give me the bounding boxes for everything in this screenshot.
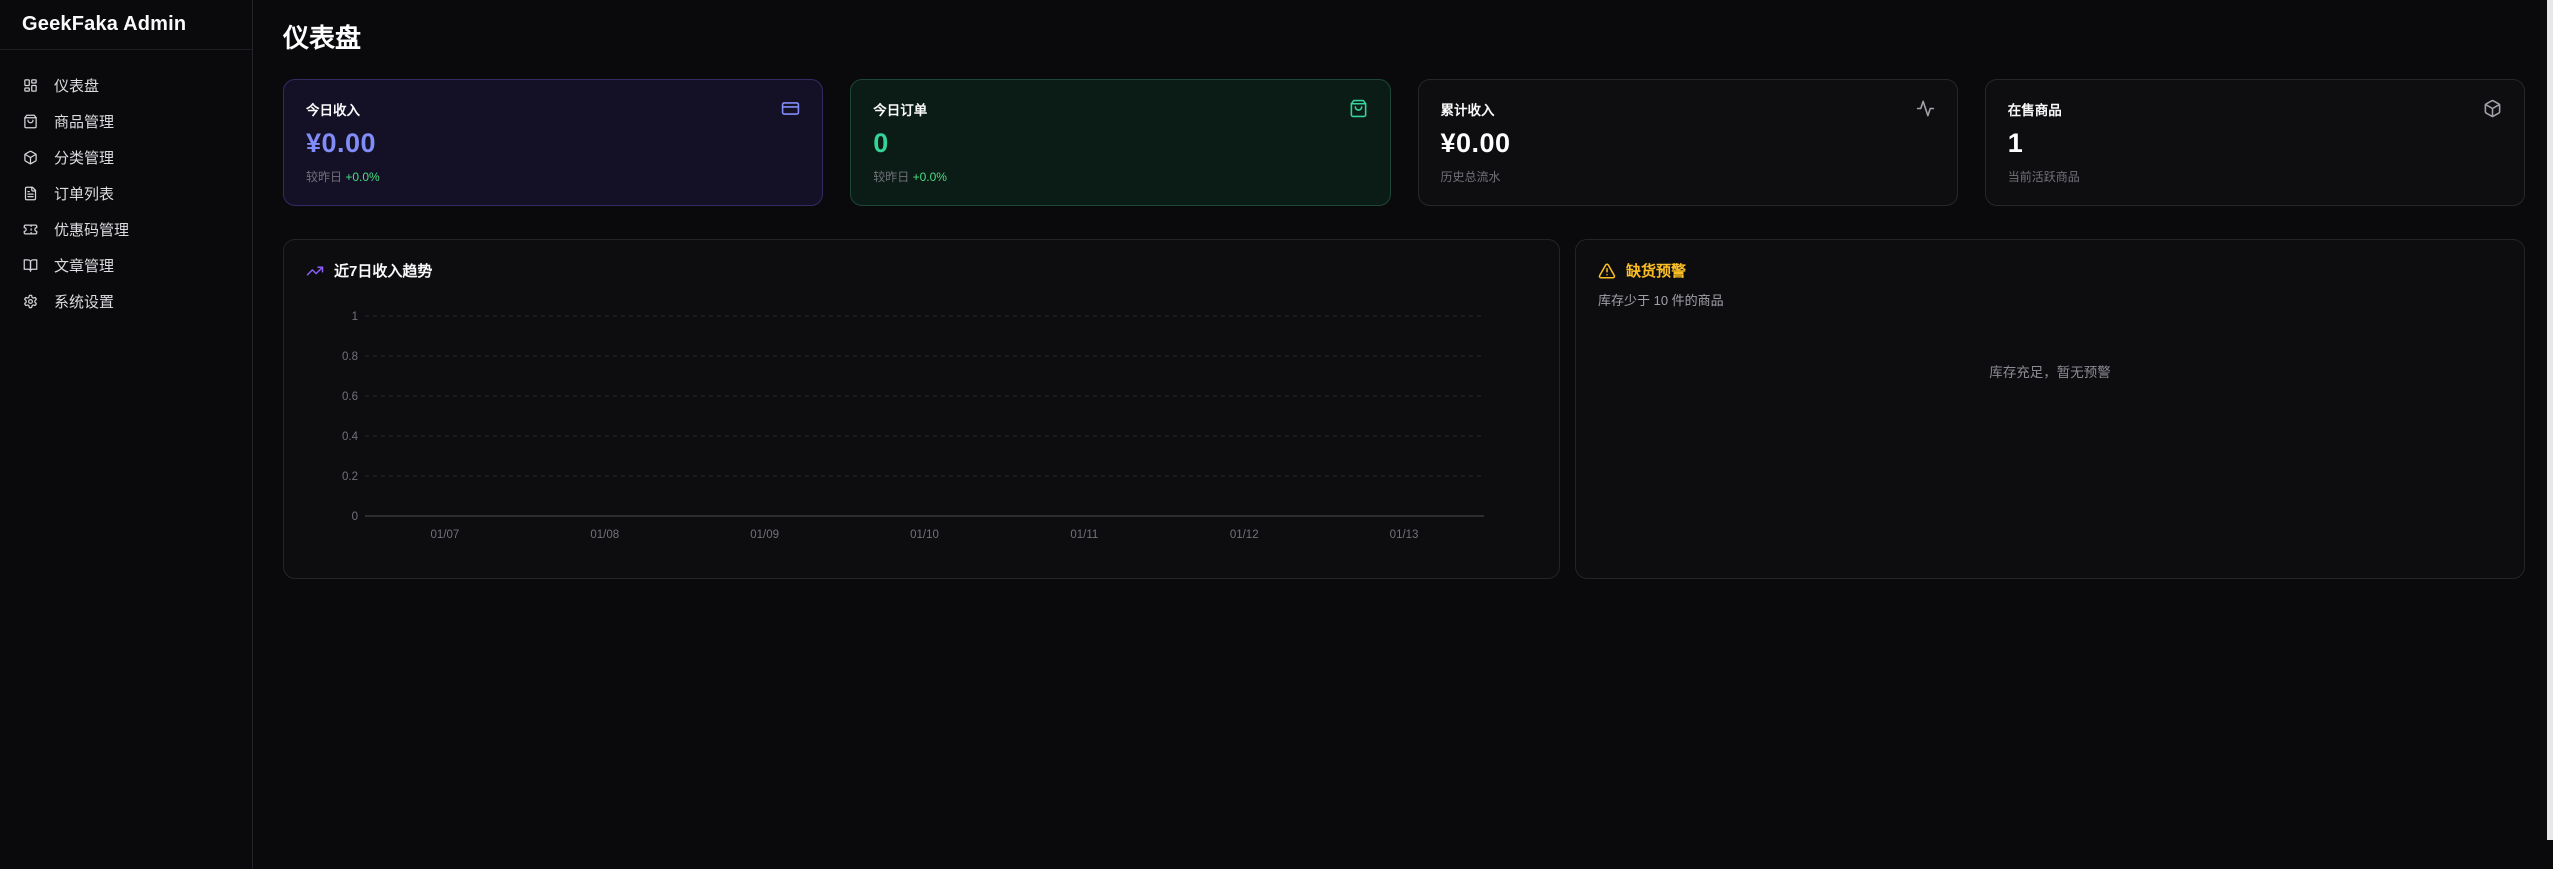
ticket-icon (23, 222, 38, 237)
panels-row: 近7日收入趋势 0 0.2 0.4 0.6 0.8 1 01/07 01/08 01/09 01/… (283, 239, 2525, 579)
revenue-trend-chart: 0 0.2 0.4 0.6 0.8 1 01/07 01/08 01/09 01/10 01/11 0… (306, 293, 1539, 551)
layout-dashboard-icon (23, 78, 38, 93)
stat-subtext: 当前活跃商品 (2008, 168, 2502, 185)
sidebar-item-label: 分类管理 (54, 147, 114, 168)
scrollbar-thumb[interactable] (2547, 0, 2553, 840)
stat-subtext: 较昨日 +0.0% (306, 168, 800, 185)
sidebar-item-dashboard[interactable]: 仪表盘 (12, 67, 240, 103)
sidebar-item-label: 商品管理 (54, 111, 114, 132)
sidebar-item-articles[interactable]: 文章管理 (12, 247, 240, 283)
svg-text:01/11: 01/11 (1070, 529, 1098, 541)
stat-label: 在售商品 (2008, 99, 2062, 119)
package-icon (2483, 99, 2502, 118)
trending-up-icon (306, 262, 324, 280)
stat-value: ¥0.00 (306, 128, 800, 159)
panel-title: 近7日收入趋势 (334, 260, 432, 281)
svg-text:0.8: 0.8 (342, 351, 358, 363)
svg-text:01/10: 01/10 (910, 529, 939, 541)
stat-value: ¥0.00 (1441, 128, 1935, 159)
svg-text:01/13: 01/13 (1390, 529, 1419, 541)
svg-text:1: 1 (352, 311, 358, 323)
stat-card-today-revenue: 今日收入 ¥0.00 较昨日 +0.0% (283, 79, 823, 206)
stat-label: 累计收入 (1441, 99, 1495, 119)
book-open-icon (23, 258, 38, 273)
warning-subtitle: 库存少于 10 件的商品 (1598, 290, 2502, 309)
page-title: 仪表盘 (283, 18, 2525, 55)
svg-text:01/09: 01/09 (750, 529, 779, 541)
shopping-bag-icon (1349, 99, 1368, 118)
sidebar-item-orders[interactable]: 订单列表 (12, 175, 240, 211)
stat-sub-prefix: 较昨日 (873, 170, 909, 184)
shopping-bag-icon (23, 114, 38, 129)
stat-value: 0 (873, 128, 1367, 159)
sidebar-item-label: 文章管理 (54, 255, 114, 276)
file-text-icon (23, 186, 38, 201)
svg-text:0: 0 (352, 511, 358, 523)
stat-label: 今日收入 (306, 99, 360, 119)
revenue-trend-panel: 近7日收入趋势 0 0.2 0.4 0.6 0.8 1 01/07 01/08 01/09 01/… (283, 239, 1560, 579)
svg-text:01/12: 01/12 (1230, 529, 1259, 541)
svg-text:0.4: 0.4 (342, 431, 359, 443)
main-content: 仪表盘 今日收入 ¥0.00 较昨日 +0.0% 今日订单 0 (254, 0, 2553, 579)
svg-text:01/07: 01/07 (431, 529, 460, 541)
stat-card-active-products: 在售商品 1 当前活跃商品 (1985, 79, 2525, 206)
package-icon (23, 150, 38, 165)
svg-text:01/08: 01/08 (590, 529, 619, 541)
app-title: GeekFaka Admin (0, 0, 252, 50)
sidebar-item-categories[interactable]: 分类管理 (12, 139, 240, 175)
sidebar-item-label: 订单列表 (54, 183, 114, 204)
sidebar-item-label: 优惠码管理 (54, 219, 129, 240)
stat-card-total-revenue: 累计收入 ¥0.00 历史总流水 (1418, 79, 1958, 206)
sidebar-nav: 仪表盘 商品管理 分类管理 订单列表 优惠码管理 (0, 50, 252, 336)
stat-sub-delta: +0.0% (345, 170, 379, 184)
stat-subtext: 较昨日 +0.0% (873, 168, 1367, 185)
stat-sub-prefix: 较昨日 (306, 170, 342, 184)
svg-text:0.6: 0.6 (342, 391, 358, 403)
sidebar-item-settings[interactable]: 系统设置 (12, 283, 240, 319)
svg-text:0.2: 0.2 (342, 471, 358, 483)
stat-subtext: 历史总流水 (1441, 168, 1935, 185)
sidebar-item-label: 系统设置 (54, 291, 114, 312)
settings-icon (23, 294, 38, 309)
stat-card-today-orders: 今日订单 0 较昨日 +0.0% (850, 79, 1390, 206)
stat-sub-delta: +0.0% (913, 170, 947, 184)
sidebar-item-products[interactable]: 商品管理 (12, 103, 240, 139)
sidebar: GeekFaka Admin 仪表盘 商品管理 分类管理 订单列表 (0, 0, 253, 869)
stock-warning-panel: 缺货预警 库存少于 10 件的商品 库存充足，暂无预警 (1575, 239, 2525, 579)
sidebar-item-coupons[interactable]: 优惠码管理 (12, 211, 240, 247)
warning-empty-message: 库存充足，暂无预警 (1598, 361, 2502, 381)
stat-label: 今日订单 (873, 99, 927, 119)
stats-grid: 今日收入 ¥0.00 较昨日 +0.0% 今日订单 0 较昨日 +0.0% (283, 79, 2525, 206)
panel-title: 缺货预警 (1626, 260, 1686, 281)
alert-triangle-icon (1598, 262, 1616, 280)
credit-card-icon (781, 99, 800, 118)
sidebar-item-label: 仪表盘 (54, 75, 99, 96)
stat-value: 1 (2008, 128, 2502, 159)
scrollbar[interactable] (2547, 0, 2553, 869)
activity-icon (1916, 99, 1935, 118)
